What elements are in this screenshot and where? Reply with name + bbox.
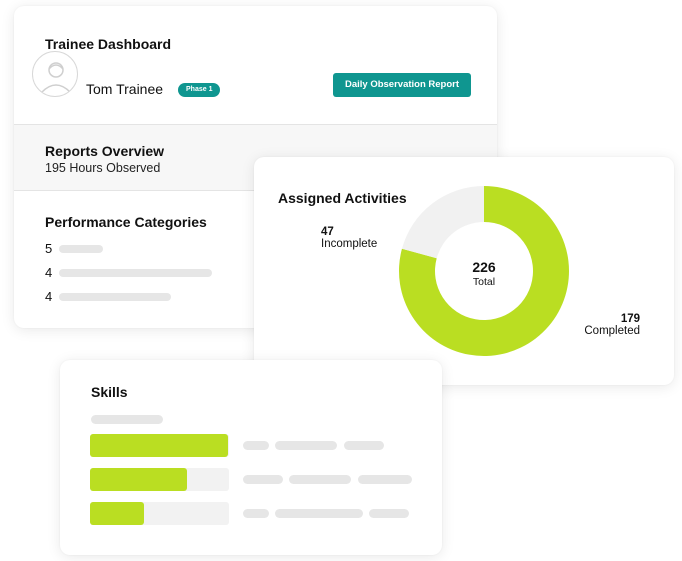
skill-progress-track — [90, 434, 229, 457]
completed-label: 179 Completed — [584, 313, 640, 337]
reports-overview-title: Reports Overview — [45, 143, 165, 159]
performance-placeholder-bar — [59, 245, 103, 253]
skill-progress-fill — [90, 502, 145, 525]
performance-score: 4 — [45, 265, 53, 280]
incomplete-count: 47 — [321, 226, 334, 238]
performance-score: 5 — [45, 241, 53, 256]
skill-text-placeholder — [243, 441, 269, 450]
skill-text-placeholder — [243, 475, 283, 484]
skill-progress-track — [90, 502, 229, 525]
phase-badge: Phase 1 — [178, 83, 221, 97]
performance-placeholder-bar — [59, 269, 212, 277]
user-avatar-icon — [32, 51, 78, 97]
donut-slice-incomplete — [401, 186, 484, 259]
skill-text-placeholder — [243, 509, 269, 518]
hours-observed: 195 Hours Observed — [45, 161, 161, 175]
skill-progress-fill — [90, 434, 228, 457]
skill-progress-track — [90, 468, 229, 491]
skill-text-placeholder — [358, 475, 412, 484]
skill-text-placeholder — [369, 509, 409, 518]
completed-text: Completed — [584, 325, 640, 337]
skill-text-placeholder — [275, 441, 337, 450]
skill-text-placeholder — [289, 475, 351, 484]
total-count: 226 — [472, 259, 496, 275]
skill-text-placeholder — [344, 441, 384, 450]
trainee-name: Tom Trainee — [86, 81, 164, 97]
skills-card: Skills — [60, 360, 442, 555]
skill-text-placeholder — [275, 509, 363, 518]
total-label: Total — [472, 276, 496, 288]
performance-placeholder-bar — [59, 293, 171, 301]
performance-score: 4 — [45, 289, 53, 304]
performance-categories-title: Performance Categories — [45, 214, 207, 230]
skills-title: Skills — [91, 384, 128, 400]
daily-observation-report-button[interactable]: Daily Observation Report — [333, 73, 471, 97]
dashboard-title: Trainee Dashboard — [45, 36, 172, 52]
skill-progress-fill — [90, 468, 188, 491]
assigned-activities-title: Assigned Activities — [278, 190, 407, 206]
incomplete-label: 47 Incomplete — [321, 226, 377, 250]
assigned-activities-card: Assigned Activities 47 Incomplete 179 Co… — [254, 157, 674, 385]
completed-count: 179 — [620, 313, 640, 325]
incomplete-text: Incomplete — [321, 238, 378, 250]
skills-header-placeholder — [91, 415, 163, 424]
